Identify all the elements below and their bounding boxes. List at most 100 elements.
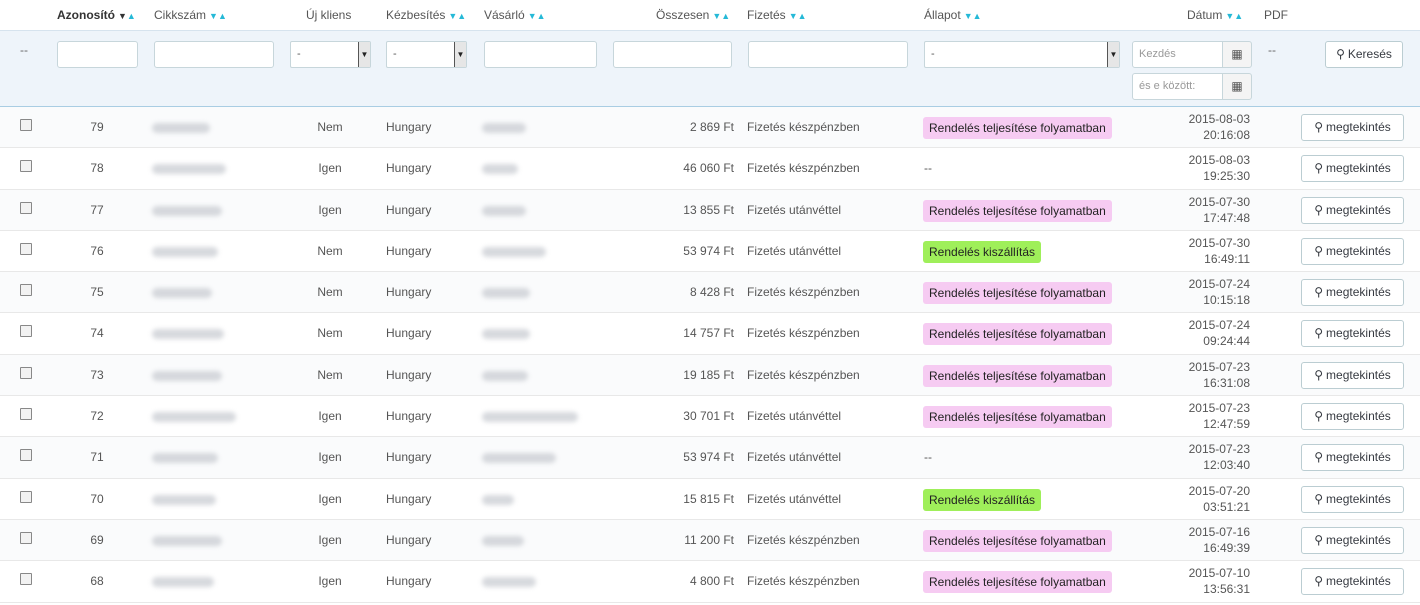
row-total: 8 428 Ft — [689, 285, 734, 300]
row-checkbox[interactable] — [20, 490, 32, 503]
zoom-in-icon: ⚲ — [1314, 285, 1324, 300]
row-date: 2015-07-23 12:03:40 — [1188, 442, 1250, 473]
view-button[interactable]: ⚲ megtekintés — [1301, 568, 1404, 596]
table-row[interactable]: 79 Nem Hungary 2 869 Ft Fizetés készpénzben R… — [0, 107, 1420, 149]
table-row[interactable]: 72 Igen Hungary 30 701 Ft Fizetés utánvéttel… — [0, 396, 1420, 438]
view-button[interactable]: ⚲ megtekintés — [1301, 320, 1404, 348]
row-checkbox[interactable] — [20, 408, 32, 421]
row-date: 2015-07-23 16:31:08 — [1188, 359, 1250, 390]
row-id: 75 — [90, 285, 104, 300]
sort-arrows-icon[interactable]: ▼▲ — [209, 11, 227, 21]
col-azonosito[interactable]: Azonosító ▼▲ — [57, 8, 136, 22]
row-checkbox[interactable] — [20, 325, 32, 338]
filter-kezbesites-select[interactable]: - ▼ — [386, 41, 467, 68]
view-button[interactable]: ⚲ megtekintés — [1301, 114, 1404, 141]
view-button[interactable]: ⚲ megtekintés — [1301, 361, 1404, 389]
row-id: 68 — [90, 574, 104, 589]
col-fizetes[interactable]: Fizetés ▼▲ — [747, 8, 807, 22]
row-customer-redacted — [482, 164, 518, 175]
view-button[interactable]: ⚲ megtekintés — [1301, 526, 1404, 554]
col-osszesen[interactable]: Összesen ▼▲ — [656, 8, 730, 22]
table-row[interactable]: 77 Igen Hungary 13 855 Ft Fizetés utánvéttel… — [0, 189, 1420, 231]
view-button[interactable]: ⚲ megtekintés — [1301, 444, 1404, 472]
filter-allapot-select[interactable]: - ▼ — [924, 41, 1120, 68]
filter-vasarlo-input[interactable] — [484, 41, 597, 68]
sort-arrows-icon[interactable]: ▼▲ — [448, 11, 466, 21]
sort-arrows-icon[interactable]: ▼▲ — [118, 11, 136, 21]
row-checkbox[interactable] — [20, 573, 32, 586]
row-checkbox[interactable] — [20, 201, 32, 214]
row-checkbox[interactable] — [20, 531, 32, 544]
table-row[interactable]: 69 Igen Hungary 11 200 Ft Fizetés készpénzbe… — [0, 519, 1420, 562]
sort-arrows-icon[interactable]: ▼▲ — [1225, 11, 1243, 21]
row-checkbox[interactable] — [20, 366, 32, 379]
row-new-client: Nem — [317, 285, 343, 300]
filter-fizetes-input[interactable] — [748, 41, 908, 68]
table-row[interactable]: 71 Igen Hungary 53 974 Ft Fizetés utánvéttel… — [0, 437, 1420, 479]
calendar-icon[interactable]: ▦ — [1222, 73, 1252, 100]
filter-uj-kliens-select[interactable]: - ▼ — [290, 41, 371, 68]
view-button[interactable]: ⚲ megtekintés — [1301, 155, 1404, 183]
row-delivery: Hungary — [386, 409, 432, 424]
filter-date-to-input[interactable]: és e között: — [1132, 73, 1223, 100]
row-payment: Fizetés készpénzben — [747, 532, 860, 547]
col-datum[interactable]: Dátum ▼▲ — [1187, 8, 1243, 22]
row-checkbox[interactable] — [20, 119, 32, 131]
table-row[interactable]: 78 Igen Hungary 46 060 Ft Fizetés készpénzbe… — [0, 148, 1420, 190]
filter-azonosito-input[interactable] — [57, 41, 138, 68]
row-new-client: Nem — [317, 367, 343, 382]
row-date: 2015-08-03 19:25:30 — [1188, 153, 1250, 184]
row-checkbox[interactable] — [20, 449, 32, 462]
filter-dash: -- — [1268, 43, 1276, 57]
row-new-client: Igen — [318, 491, 342, 506]
row-customer-redacted — [482, 329, 530, 340]
filter-date-from-input[interactable]: Kezdés — [1132, 41, 1223, 68]
view-button[interactable]: ⚲ megtekintés — [1301, 279, 1404, 307]
row-delivery: Hungary — [386, 450, 432, 465]
col-vasarlo[interactable]: Vásárló ▼▲ — [484, 8, 546, 22]
status-empty: -- — [924, 450, 932, 465]
table-row[interactable]: 73 Nem Hungary 19 185 Ft Fizetés készpénzben… — [0, 354, 1420, 397]
status-badge: Rendelés teljesítése folyamatban — [923, 199, 1112, 222]
row-id: 69 — [90, 532, 104, 547]
col-pdf: PDF — [1264, 8, 1288, 22]
view-button[interactable]: ⚲ megtekintés — [1301, 485, 1404, 513]
row-new-client: Nem — [317, 120, 343, 134]
row-total: 30 701 Ft — [683, 409, 734, 424]
view-button[interactable]: ⚲ megtekintés — [1301, 237, 1404, 265]
col-kezbesites[interactable]: Kézbesítés ▼▲ — [386, 8, 466, 22]
row-customer-redacted — [482, 494, 514, 505]
row-checkbox[interactable] — [20, 160, 32, 173]
zoom-in-icon: ⚲ — [1314, 450, 1324, 465]
row-checkbox[interactable] — [20, 284, 32, 297]
row-checkbox[interactable] — [20, 242, 32, 255]
sort-arrows-icon[interactable]: ▼▲ — [712, 11, 730, 21]
row-delivery: Hungary — [386, 326, 432, 341]
row-reference-redacted — [152, 453, 218, 464]
status-badge: Rendelés teljesítése folyamatban — [923, 364, 1112, 387]
table-row[interactable]: 74 Nem Hungary 14 757 Ft Fizetés készpénzben… — [0, 313, 1420, 355]
table-row[interactable]: 75 Nem Hungary 8 428 Ft Fizetés készpénzben R… — [0, 272, 1420, 314]
view-button[interactable]: ⚲ megtekintés — [1301, 403, 1404, 431]
calendar-icon[interactable]: ▦ — [1222, 41, 1252, 68]
row-total: 11 200 Ft — [684, 532, 734, 547]
row-date: 2015-07-24 10:15:18 — [1188, 277, 1250, 308]
search-button[interactable]: ⚲ Keresés — [1325, 41, 1403, 68]
row-reference-redacted — [152, 412, 236, 423]
chevron-down-icon: ▼ — [454, 42, 466, 67]
row-customer-redacted — [482, 246, 546, 257]
col-allapot[interactable]: Állapot ▼▲ — [924, 8, 982, 22]
filter-cikkszam-input[interactable] — [154, 41, 274, 68]
table-row[interactable]: 68 Igen Hungary 4 800 Ft Fizetés készpénzben… — [0, 561, 1420, 603]
table-row[interactable]: 70 Igen Hungary 15 815 Ft Fizetés utánvéttel… — [0, 479, 1420, 520]
row-total: 53 974 Ft — [683, 243, 734, 258]
view-button[interactable]: ⚲ megtekintés — [1301, 196, 1404, 224]
row-new-client: Nem — [317, 243, 343, 258]
row-payment: Fizetés készpénzben — [747, 285, 860, 300]
sort-arrows-icon[interactable]: ▼▲ — [528, 11, 546, 21]
col-cikkszam[interactable]: Cikkszám ▼▲ — [154, 8, 227, 22]
filter-osszesen-input[interactable] — [613, 41, 732, 68]
sort-arrows-icon[interactable]: ▼▲ — [789, 11, 807, 21]
table-row[interactable]: 76 Nem Hungary 53 974 Ft Fizetés utánvéttel R… — [0, 231, 1420, 273]
sort-arrows-icon[interactable]: ▼▲ — [964, 11, 982, 21]
